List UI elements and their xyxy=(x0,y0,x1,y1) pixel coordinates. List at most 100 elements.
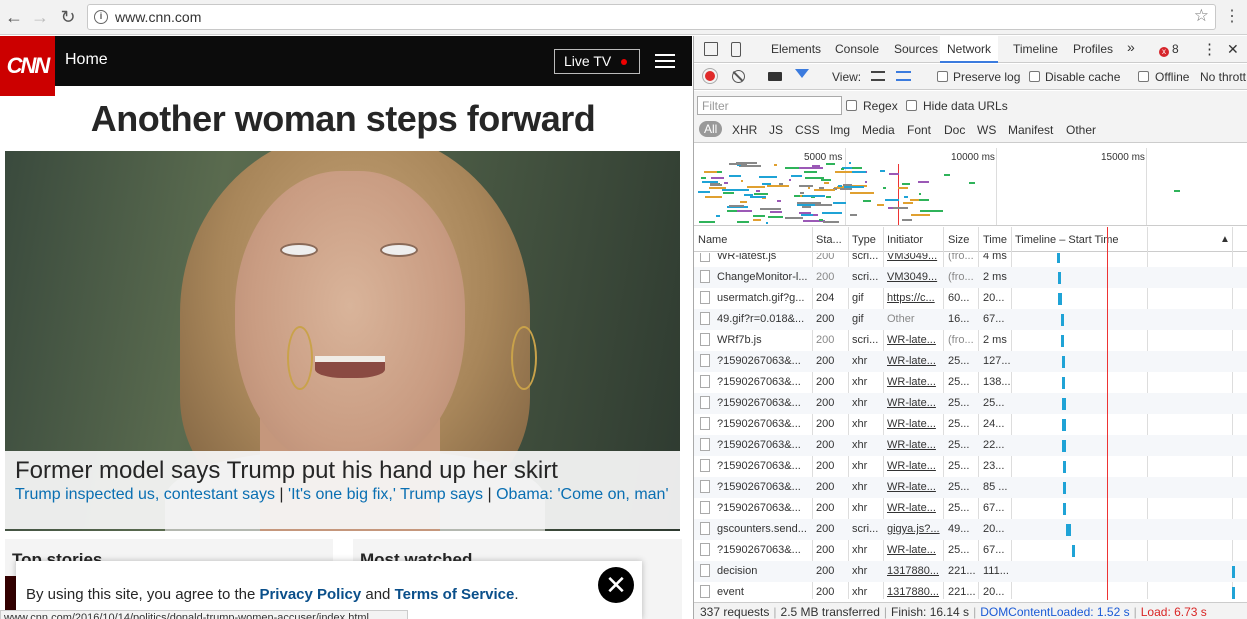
col-size[interactable]: Size xyxy=(948,234,969,246)
request-row[interactable]: ?1590267063&... 200 xhr WR-late... 25... 138.… xyxy=(694,372,1247,393)
request-name[interactable]: ?1590267063&... xyxy=(717,376,811,388)
preserve-log-checkbox[interactable] xyxy=(937,71,948,82)
request-row[interactable]: ?1590267063&... 200 xhr WR-late... 25... 67..… xyxy=(694,540,1247,561)
type-filter-doc[interactable]: Doc xyxy=(944,123,965,137)
col-initiator[interactable]: Initiator xyxy=(887,234,923,246)
request-initiator[interactable]: WR-late... xyxy=(887,355,943,367)
request-name[interactable]: WR-latest.js xyxy=(717,253,811,262)
type-filter-css[interactable]: CSS xyxy=(795,123,820,137)
hide-data-urls-checkbox[interactable] xyxy=(906,100,917,111)
request-row[interactable]: ?1590267063&... 200 xhr WR-late... 25... 24..… xyxy=(694,414,1247,435)
col-type[interactable]: Type xyxy=(852,234,876,246)
tab-elements[interactable]: Elements xyxy=(771,42,821,56)
request-initiator[interactable]: gigya.js?... xyxy=(887,523,943,535)
tab-network[interactable]: Network xyxy=(940,36,999,63)
type-filter-all[interactable]: All xyxy=(699,121,723,137)
request-initiator[interactable]: WR-late... xyxy=(887,334,943,346)
request-initiator[interactable]: WR-late... xyxy=(887,376,943,388)
request-row[interactable]: gscounters.send... 200 scri... gigya.js?...… xyxy=(694,519,1247,540)
caption-link-3[interactable]: Obama: 'Come on, man' xyxy=(496,486,668,503)
request-initiator[interactable]: WR-late... xyxy=(887,460,943,472)
request-name[interactable]: ?1590267063&... xyxy=(717,460,811,472)
offline-checkbox[interactable] xyxy=(1138,71,1149,82)
request-row[interactable]: WR-latest.js 200 scri... VM3049... (fro... 4 … xyxy=(694,253,1247,267)
request-initiator[interactable]: WR-late... xyxy=(887,544,943,556)
request-name[interactable]: ChangeMonitor-l... xyxy=(717,271,811,283)
more-tabs-icon[interactable]: » xyxy=(1127,39,1135,55)
request-row[interactable]: event 200 xhr 1317880... 221... 20... xyxy=(694,582,1247,600)
request-name[interactable]: ?1590267063&... xyxy=(717,397,811,409)
request-name[interactable]: ?1590267063&... xyxy=(717,481,811,493)
sort-ascending-icon[interactable]: ▲ xyxy=(1220,234,1230,245)
throttling-select[interactable]: No thrott xyxy=(1200,70,1246,84)
request-row[interactable]: ?1590267063&... 200 xhr WR-late... 25... 23..… xyxy=(694,456,1247,477)
type-filter-media[interactable]: Media xyxy=(862,123,895,137)
request-initiator[interactable]: WR-late... xyxy=(887,502,943,514)
request-name[interactable]: gscounters.send... xyxy=(717,523,811,535)
bookmark-star-icon[interactable]: ☆ xyxy=(1194,6,1209,26)
browser-menu-icon[interactable]: ⋮ xyxy=(1224,7,1240,27)
filter-icon[interactable] xyxy=(795,69,809,78)
request-name[interactable]: usermatch.gif?g... xyxy=(717,292,811,304)
tab-sources[interactable]: Sources xyxy=(894,42,938,56)
caption-title[interactable]: Former model says Trump put his hand up … xyxy=(15,458,670,484)
devtools-menu-icon[interactable]: ⋮ xyxy=(1202,40,1217,58)
request-initiator[interactable]: VM3049... xyxy=(887,253,943,262)
record-icon[interactable] xyxy=(703,69,717,83)
request-row[interactable]: ChangeMonitor-l... 200 scri... VM3049... (fr… xyxy=(694,267,1247,288)
device-toolbar-icon[interactable] xyxy=(731,42,741,57)
type-filter-manifest[interactable]: Manifest xyxy=(1008,123,1053,137)
request-row[interactable]: ?1590267063&... 200 xhr WR-late... 25... 25..… xyxy=(694,393,1247,414)
site-info-icon[interactable]: i xyxy=(94,10,108,24)
request-name[interactable]: decision xyxy=(717,565,811,577)
clear-icon[interactable] xyxy=(732,70,745,83)
type-filter-js[interactable]: JS xyxy=(769,123,783,137)
tab-console[interactable]: Console xyxy=(835,42,879,56)
request-initiator[interactable]: https://c... xyxy=(887,292,943,304)
request-name[interactable]: ?1590267063&... xyxy=(717,418,811,430)
caption-link-2[interactable]: 'It's one big fix,' Trump says xyxy=(288,486,483,503)
request-name[interactable]: event xyxy=(717,586,811,598)
col-timeline[interactable]: Timeline – Start Time xyxy=(1015,234,1119,246)
request-row[interactable]: usermatch.gif?g... 204 gif https://c... 60..… xyxy=(694,288,1247,309)
large-rows-icon[interactable] xyxy=(871,71,885,81)
cnn-logo[interactable]: CNN xyxy=(0,36,55,96)
error-count-badge[interactable]: x8 xyxy=(1159,42,1179,57)
privacy-policy-link[interactable]: Privacy Policy xyxy=(259,586,361,603)
request-name[interactable]: ?1590267063&... xyxy=(717,439,811,451)
request-row[interactable]: ?1590267063&... 200 xhr WR-late... 25... 22..… xyxy=(694,435,1247,456)
waterfall-icon[interactable] xyxy=(896,71,911,81)
request-initiator[interactable]: WR-late... xyxy=(887,481,943,493)
request-name[interactable]: 49.gif?r=0.018&... xyxy=(717,313,811,325)
live-tv-button[interactable]: Live TV xyxy=(554,49,640,74)
tab-profiles[interactable]: Profiles xyxy=(1073,42,1113,56)
disable-cache-checkbox[interactable] xyxy=(1029,71,1040,82)
back-button[interactable]: ← xyxy=(3,6,25,28)
request-initiator[interactable]: WR-late... xyxy=(887,397,943,409)
request-row[interactable]: ?1590267063&... 200 xhr WR-late... 25... 127.… xyxy=(694,351,1247,372)
terms-of-service-link[interactable]: Terms of Service xyxy=(395,586,515,603)
request-row[interactable]: 49.gif?r=0.018&... 200 gif Other 16... 67... xyxy=(694,309,1247,330)
col-status[interactable]: Sta... xyxy=(816,234,842,246)
address-url[interactable]: www.cnn.com xyxy=(115,9,201,25)
request-row[interactable]: ?1590267063&... 200 xhr WR-late... 25... 67..… xyxy=(694,498,1247,519)
inspect-element-icon[interactable] xyxy=(704,42,718,56)
close-icon[interactable]: ✕ xyxy=(598,567,634,603)
forward-button[interactable]: → xyxy=(29,6,51,28)
reload-button[interactable]: ↻ xyxy=(57,6,79,28)
request-row[interactable]: WRf7b.js 200 scri... WR-late... (fro... 2 ms xyxy=(694,330,1247,351)
request-name[interactable]: ?1590267063&... xyxy=(717,355,811,367)
type-filter-xhr[interactable]: XHR xyxy=(732,123,757,137)
filter-input[interactable]: Filter xyxy=(697,96,842,115)
nav-home[interactable]: Home xyxy=(65,51,108,69)
request-initiator[interactable]: 1317880... xyxy=(887,586,943,598)
col-time[interactable]: Time xyxy=(983,234,1007,246)
type-filter-other[interactable]: Other xyxy=(1066,123,1096,137)
request-row[interactable]: ?1590267063&... 200 xhr WR-late... 25... 85 .… xyxy=(694,477,1247,498)
col-name[interactable]: Name xyxy=(698,234,727,246)
capture-screenshots-icon[interactable] xyxy=(768,72,782,81)
request-initiator[interactable]: VM3049... xyxy=(887,271,943,283)
request-row[interactable]: decision 200 xhr 1317880... 221... 111... xyxy=(694,561,1247,582)
request-name[interactable]: ?1590267063&... xyxy=(717,502,811,514)
hamburger-menu-icon[interactable] xyxy=(655,54,675,68)
